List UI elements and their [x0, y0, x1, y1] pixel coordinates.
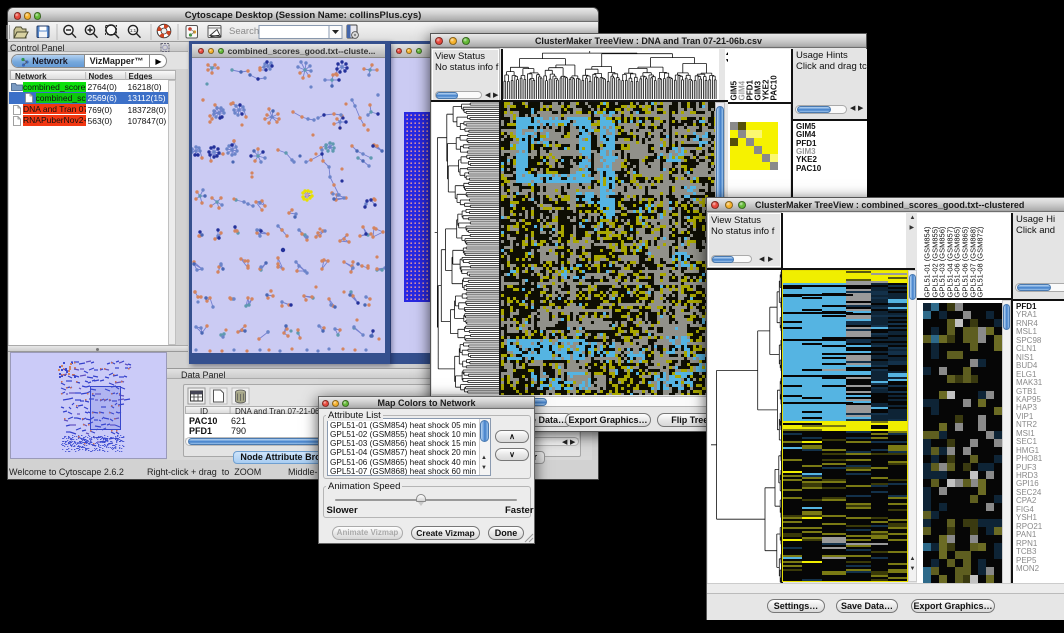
- svg-text:1:1: 1:1: [130, 28, 137, 33]
- svg-text:Search:: Search:: [229, 26, 262, 37]
